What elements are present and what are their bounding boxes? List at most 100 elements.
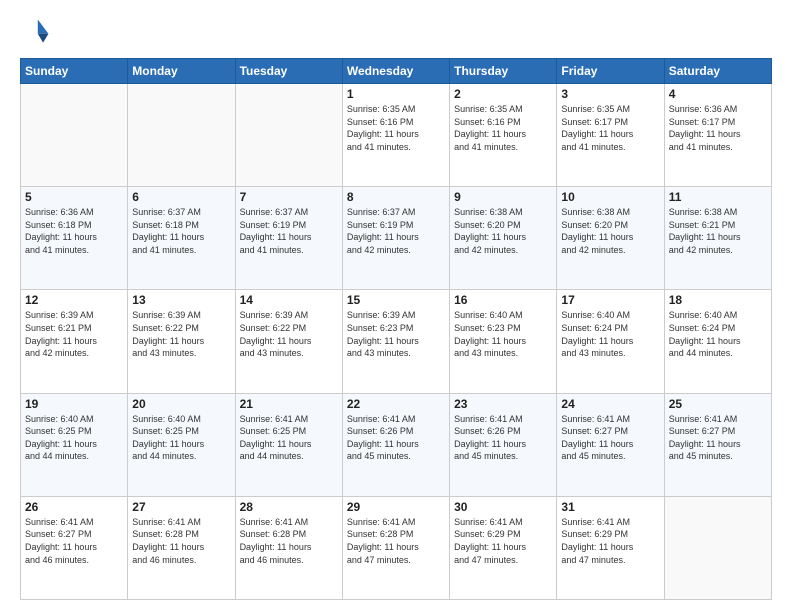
day-info: Sunrise: 6:41 AM Sunset: 6:28 PM Dayligh… (347, 516, 445, 566)
calendar-cell: 29Sunrise: 6:41 AM Sunset: 6:28 PM Dayli… (342, 496, 449, 599)
day-number: 19 (25, 397, 123, 411)
day-info: Sunrise: 6:41 AM Sunset: 6:29 PM Dayligh… (561, 516, 659, 566)
day-number: 20 (132, 397, 230, 411)
calendar-week-row: 5 Sunrise: 6:36 AM Sunset: 6:18 PM Daylig… (21, 187, 772, 290)
day-number: 23 (454, 397, 552, 411)
calendar-cell: 12Sunrise: 6:39 AM Sunset: 6:21 PM Dayli… (21, 290, 128, 393)
calendar-cell: 24 Sunrise: 6:41 AM Sunset: 6:27 PM Dayli… (557, 393, 664, 496)
calendar-cell: 14Sunrise: 6:39 AM Sunset: 6:22 PM Dayli… (235, 290, 342, 393)
calendar-week-row: 12Sunrise: 6:39 AM Sunset: 6:21 PM Dayli… (21, 290, 772, 393)
day-info: Sunrise: 6:40 AM Sunset: 6:23 PM Dayligh… (454, 309, 552, 359)
calendar-week-row: 26Sunrise: 6:41 AM Sunset: 6:27 PM Dayli… (21, 496, 772, 599)
weekday-header: Tuesday (235, 59, 342, 84)
calendar-table: SundayMondayTuesdayWednesdayThursdayFrid… (20, 58, 772, 600)
day-number: 24 (561, 397, 659, 411)
calendar-cell: 17 Sunrise: 6:40 AM Sunset: 6:24 PM Dayli… (557, 290, 664, 393)
calendar-cell: 9 Sunrise: 6:38 AM Sunset: 6:20 PM Daylig… (450, 187, 557, 290)
calendar-cell: 3Sunrise: 6:35 AM Sunset: 6:17 PM Daylig… (557, 84, 664, 187)
day-info: Sunrise: 6:41 AM Sunset: 6:26 PM Dayligh… (347, 413, 445, 463)
day-info: Sunrise: 6:40 AM Sunset: 6:25 PM Dayligh… (25, 413, 123, 463)
logo (20, 16, 56, 48)
day-number: 2 (454, 87, 552, 101)
day-number: 30 (454, 500, 552, 514)
day-info: Sunrise: 6:41 AM Sunset: 6:29 PM Dayligh… (454, 516, 552, 566)
calendar-cell: 25 Sunrise: 6:41 AM Sunset: 6:27 PM Dayli… (664, 393, 771, 496)
day-number: 18 (669, 293, 767, 307)
day-info: Sunrise: 6:38 AM Sunset: 6:20 PM Dayligh… (561, 206, 659, 256)
calendar-cell: 30 Sunrise: 6:41 AM Sunset: 6:29 PM Dayli… (450, 496, 557, 599)
day-number: 31 (561, 500, 659, 514)
calendar-cell: 8 Sunrise: 6:37 AM Sunset: 6:19 PM Daylig… (342, 187, 449, 290)
calendar-header-row: SundayMondayTuesdayWednesdayThursdayFrid… (21, 59, 772, 84)
calendar-cell (128, 84, 235, 187)
calendar-cell: 11 Sunrise: 6:38 AM Sunset: 6:21 PM Dayli… (664, 187, 771, 290)
day-info: Sunrise: 6:39 AM Sunset: 6:21 PM Dayligh… (25, 309, 123, 359)
day-number: 21 (240, 397, 338, 411)
calendar-cell (235, 84, 342, 187)
day-number: 1 (347, 87, 445, 101)
day-info: Sunrise: 6:41 AM Sunset: 6:27 PM Dayligh… (25, 516, 123, 566)
calendar-cell: 6Sunrise: 6:37 AM Sunset: 6:18 PM Daylig… (128, 187, 235, 290)
calendar-cell: 2 Sunrise: 6:35 AM Sunset: 6:16 PM Daylig… (450, 84, 557, 187)
day-number: 8 (347, 190, 445, 204)
day-number: 11 (669, 190, 767, 204)
day-number: 28 (240, 500, 338, 514)
day-info: Sunrise: 6:35 AM Sunset: 6:17 PM Dayligh… (561, 103, 659, 153)
weekday-header: Thursday (450, 59, 557, 84)
day-info: Sunrise: 6:37 AM Sunset: 6:19 PM Dayligh… (347, 206, 445, 256)
day-info: Sunrise: 6:37 AM Sunset: 6:19 PM Dayligh… (240, 206, 338, 256)
day-info: Sunrise: 6:38 AM Sunset: 6:21 PM Dayligh… (669, 206, 767, 256)
day-info: Sunrise: 6:38 AM Sunset: 6:20 PM Dayligh… (454, 206, 552, 256)
day-number: 15 (347, 293, 445, 307)
day-number: 7 (240, 190, 338, 204)
weekday-header: Saturday (664, 59, 771, 84)
day-info: Sunrise: 6:36 AM Sunset: 6:18 PM Dayligh… (25, 206, 123, 256)
calendar-cell: 16 Sunrise: 6:40 AM Sunset: 6:23 PM Dayli… (450, 290, 557, 393)
day-number: 13 (132, 293, 230, 307)
logo-icon (20, 16, 52, 48)
day-number: 17 (561, 293, 659, 307)
calendar-week-row: 19 Sunrise: 6:40 AM Sunset: 6:25 PM Dayli… (21, 393, 772, 496)
day-number: 9 (454, 190, 552, 204)
weekday-header: Sunday (21, 59, 128, 84)
day-info: Sunrise: 6:40 AM Sunset: 6:25 PM Dayligh… (132, 413, 230, 463)
weekday-header: Monday (128, 59, 235, 84)
calendar-cell: 15 Sunrise: 6:39 AM Sunset: 6:23 PM Dayli… (342, 290, 449, 393)
calendar-cell: 26Sunrise: 6:41 AM Sunset: 6:27 PM Dayli… (21, 496, 128, 599)
day-info: Sunrise: 6:41 AM Sunset: 6:27 PM Dayligh… (669, 413, 767, 463)
day-info: Sunrise: 6:39 AM Sunset: 6:22 PM Dayligh… (132, 309, 230, 359)
calendar-cell: 5 Sunrise: 6:36 AM Sunset: 6:18 PM Daylig… (21, 187, 128, 290)
day-info: Sunrise: 6:40 AM Sunset: 6:24 PM Dayligh… (561, 309, 659, 359)
day-info: Sunrise: 6:39 AM Sunset: 6:22 PM Dayligh… (240, 309, 338, 359)
day-info: Sunrise: 6:41 AM Sunset: 6:28 PM Dayligh… (240, 516, 338, 566)
day-number: 27 (132, 500, 230, 514)
day-number: 10 (561, 190, 659, 204)
calendar-cell: 31 Sunrise: 6:41 AM Sunset: 6:29 PM Dayli… (557, 496, 664, 599)
calendar-cell: 13 Sunrise: 6:39 AM Sunset: 6:22 PM Dayli… (128, 290, 235, 393)
day-info: Sunrise: 6:41 AM Sunset: 6:27 PM Dayligh… (561, 413, 659, 463)
calendar-cell: 28 Sunrise: 6:41 AM Sunset: 6:28 PM Dayli… (235, 496, 342, 599)
day-number: 6 (132, 190, 230, 204)
day-info: Sunrise: 6:36 AM Sunset: 6:17 PM Dayligh… (669, 103, 767, 153)
day-info: Sunrise: 6:41 AM Sunset: 6:26 PM Dayligh… (454, 413, 552, 463)
day-info: Sunrise: 6:35 AM Sunset: 6:16 PM Dayligh… (347, 103, 445, 153)
day-number: 16 (454, 293, 552, 307)
calendar-cell (21, 84, 128, 187)
day-info: Sunrise: 6:41 AM Sunset: 6:25 PM Dayligh… (240, 413, 338, 463)
day-number: 22 (347, 397, 445, 411)
day-number: 25 (669, 397, 767, 411)
calendar-week-row: 1 Sunrise: 6:35 AM Sunset: 6:16 PM Daylig… (21, 84, 772, 187)
calendar-cell: 23 Sunrise: 6:41 AM Sunset: 6:26 PM Dayli… (450, 393, 557, 496)
calendar-cell: 10 Sunrise: 6:38 AM Sunset: 6:20 PM Dayli… (557, 187, 664, 290)
day-info: Sunrise: 6:39 AM Sunset: 6:23 PM Dayligh… (347, 309, 445, 359)
header (20, 16, 772, 48)
day-number: 5 (25, 190, 123, 204)
calendar-cell: 18Sunrise: 6:40 AM Sunset: 6:24 PM Dayli… (664, 290, 771, 393)
calendar-cell (664, 496, 771, 599)
calendar-cell: 27Sunrise: 6:41 AM Sunset: 6:28 PM Dayli… (128, 496, 235, 599)
calendar-cell: 21 Sunrise: 6:41 AM Sunset: 6:25 PM Dayli… (235, 393, 342, 496)
calendar-cell: 20 Sunrise: 6:40 AM Sunset: 6:25 PM Dayli… (128, 393, 235, 496)
calendar-cell: 19 Sunrise: 6:40 AM Sunset: 6:25 PM Dayli… (21, 393, 128, 496)
day-info: Sunrise: 6:35 AM Sunset: 6:16 PM Dayligh… (454, 103, 552, 153)
calendar-cell: 7 Sunrise: 6:37 AM Sunset: 6:19 PM Daylig… (235, 187, 342, 290)
